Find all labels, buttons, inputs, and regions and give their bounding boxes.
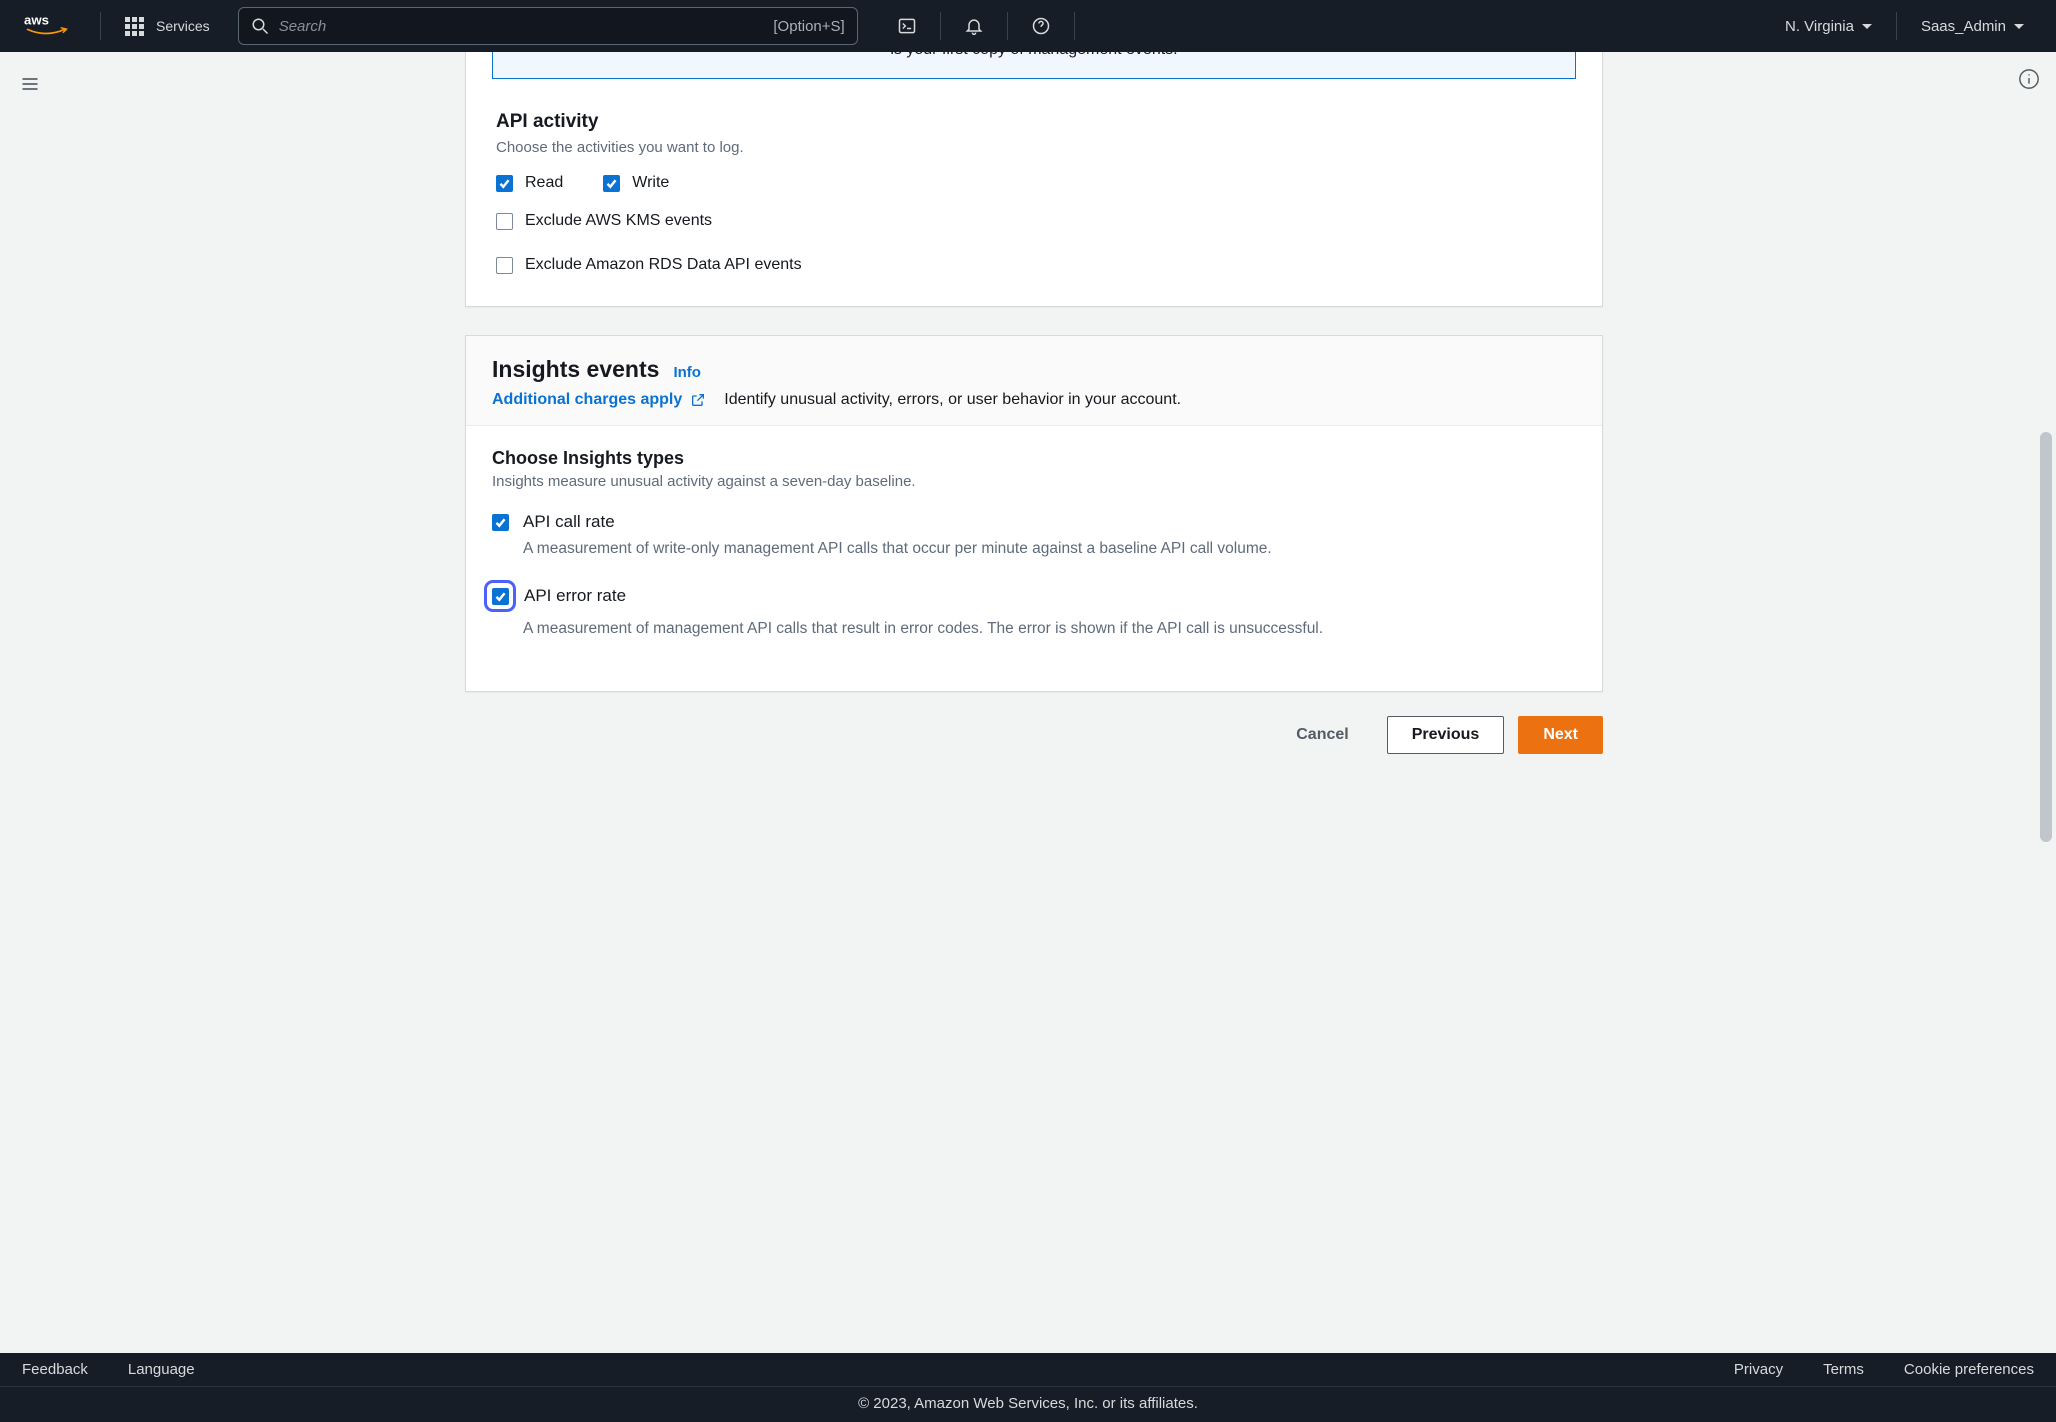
- alert-text: is your first copy of management events.: [511, 52, 1557, 60]
- region-selector[interactable]: N. Virginia: [1769, 12, 1888, 41]
- api-error-rate-item: API error rate A measurement of manageme…: [492, 580, 1576, 640]
- insights-header: Insights events Info Additional charges …: [466, 336, 1602, 426]
- api-call-rate-label: API call rate: [523, 512, 615, 532]
- exclude-kms-label: Exclude AWS KMS events: [525, 212, 712, 230]
- choose-insights-heading: Choose Insights types: [492, 448, 1576, 469]
- read-checkbox-row[interactable]: Read: [496, 174, 563, 192]
- services-grid-icon: [125, 17, 144, 36]
- top-nav: aws Services [Option+S] N. Virginia Saas…: [0, 0, 2056, 52]
- main-content: is your first copy of management events.…: [52, 52, 2016, 1359]
- api-error-rate-focus-ring: [484, 580, 516, 612]
- nav-separator: [940, 12, 941, 40]
- insights-title: Insights events: [492, 356, 659, 383]
- terms-link[interactable]: Terms: [1823, 1361, 1864, 1378]
- region-label: N. Virginia: [1785, 18, 1854, 35]
- nav-separator: [100, 12, 101, 40]
- additional-charges-label: Additional charges apply: [492, 391, 682, 409]
- external-link-icon: [690, 392, 706, 408]
- privacy-link[interactable]: Privacy: [1734, 1361, 1783, 1378]
- write-checkbox[interactable]: [603, 175, 620, 192]
- exclude-rds-checkbox[interactable]: [496, 257, 513, 274]
- nav-right: N. Virginia Saas_Admin: [1769, 12, 2040, 41]
- cloudshell-button[interactable]: [886, 8, 928, 44]
- help-panel-toggle[interactable]: [2016, 66, 2042, 92]
- copyright-text: © 2023, Amazon Web Services, Inc. or its…: [0, 1387, 2056, 1422]
- chevron-down-icon: [1862, 24, 1872, 29]
- api-error-rate-checkbox[interactable]: [492, 588, 509, 605]
- api-activity-sub: Choose the activities you want to log.: [496, 139, 1576, 156]
- services-menu-button[interactable]: Services: [117, 13, 218, 40]
- side-nav-toggle[interactable]: [12, 66, 48, 102]
- exclude-rds-label: Exclude Amazon RDS Data API events: [525, 256, 802, 274]
- wizard-actions: Cancel Previous Next: [465, 692, 1603, 762]
- api-call-rate-desc: A measurement of write-only management A…: [523, 538, 1576, 560]
- info-alert: is your first copy of management events.: [492, 52, 1576, 79]
- notifications-button[interactable]: [953, 8, 995, 44]
- language-link[interactable]: Language: [128, 1361, 195, 1378]
- api-activity-heading: API activity: [496, 111, 1576, 133]
- hamburger-icon: [20, 74, 40, 94]
- choose-insights-sub: Insights measure unusual activity agains…: [492, 473, 1576, 490]
- insights-info-link[interactable]: Info: [673, 364, 701, 381]
- insights-description: Identify unusual activity, errors, or us…: [724, 391, 1181, 409]
- svg-text:aws: aws: [24, 13, 49, 28]
- read-checkbox[interactable]: [496, 175, 513, 192]
- previous-button[interactable]: Previous: [1387, 716, 1505, 754]
- exclude-kms-checkbox[interactable]: [496, 213, 513, 230]
- bell-icon: [964, 16, 984, 36]
- help-button[interactable]: [1020, 8, 1062, 44]
- cancel-button[interactable]: Cancel: [1272, 716, 1372, 754]
- write-label: Write: [632, 174, 669, 192]
- nav-separator: [1007, 12, 1008, 40]
- cookie-preferences-link[interactable]: Cookie preferences: [1904, 1361, 2034, 1378]
- search-input[interactable]: [269, 18, 774, 35]
- write-checkbox-row[interactable]: Write: [603, 174, 669, 192]
- info-icon: [2018, 68, 2040, 90]
- read-label: Read: [525, 174, 563, 192]
- footer: Feedback Language Privacy Terms Cookie p…: [0, 1353, 2056, 1422]
- search-shortcut: [Option+S]: [773, 18, 844, 35]
- feedback-link[interactable]: Feedback: [22, 1361, 88, 1378]
- services-label: Services: [156, 18, 210, 34]
- exclude-kms-row[interactable]: Exclude AWS KMS events: [496, 212, 1576, 230]
- api-error-rate-label: API error rate: [524, 586, 626, 606]
- aws-logo[interactable]: aws: [24, 13, 68, 39]
- nav-separator: [1074, 12, 1075, 40]
- cloudshell-icon: [897, 16, 917, 36]
- search-box[interactable]: [Option+S]: [238, 7, 858, 45]
- insights-panel: Insights events Info Additional charges …: [465, 335, 1603, 692]
- nav-separator: [1896, 12, 1897, 40]
- exclude-rds-row[interactable]: Exclude Amazon RDS Data API events: [496, 256, 1576, 274]
- api-call-rate-row[interactable]: API call rate: [492, 512, 1576, 532]
- search-icon: [251, 17, 269, 35]
- help-icon: [1031, 16, 1051, 36]
- nav-icon-group: [886, 8, 1083, 44]
- additional-charges-link[interactable]: Additional charges apply: [492, 391, 706, 409]
- api-call-rate-checkbox[interactable]: [492, 514, 509, 531]
- scrollbar-thumb[interactable]: [2040, 432, 2052, 842]
- account-menu[interactable]: Saas_Admin: [1905, 12, 2040, 41]
- account-label: Saas_Admin: [1921, 18, 2006, 35]
- management-events-panel: is your first copy of management events.…: [465, 52, 1603, 307]
- next-button[interactable]: Next: [1518, 716, 1603, 754]
- chevron-down-icon: [2014, 24, 2024, 29]
- api-call-rate-item: API call rate A measurement of write-onl…: [492, 512, 1576, 560]
- api-error-rate-row[interactable]: API error rate: [492, 580, 1576, 612]
- api-error-rate-desc: A measurement of management API calls th…: [523, 618, 1576, 640]
